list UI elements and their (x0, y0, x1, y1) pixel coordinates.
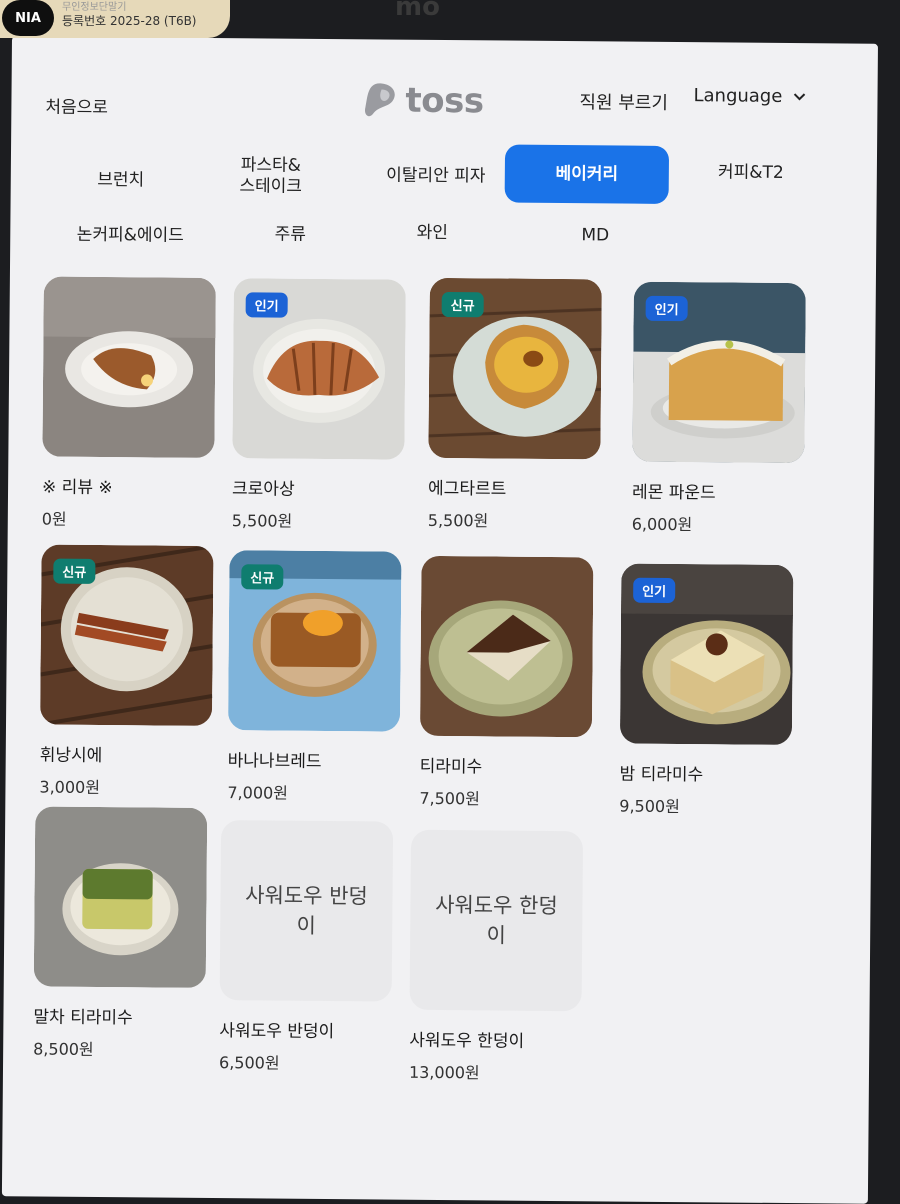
product-image[interactable] (33, 806, 208, 988)
product-name: 크로아상 (231, 479, 295, 500)
product-card[interactable]: 신규휘낭시에 3,000원 (39, 544, 219, 799)
product-price: 0원 (41, 509, 67, 529)
kiosk-screen: 처음으로 toss 직원 부르기 Language 브런치 파스타& 스테이크 이탈… (1, 36, 878, 1204)
product-price: 7,000원 (227, 783, 289, 803)
category-tab[interactable]: 주류 (250, 216, 330, 253)
product-image[interactable] (419, 555, 594, 738)
product-photo (419, 555, 594, 738)
product-card[interactable]: 신규에그타르트 5,500원 (427, 277, 608, 533)
product-price: 8,500원 (33, 1039, 94, 1059)
product-card[interactable]: 인기밤 티라미수 9,500원 (619, 563, 799, 819)
product-card[interactable]: 인기크로아상 5,500원 (232, 278, 412, 533)
category-tab[interactable]: MD (555, 217, 635, 254)
image-placeholder-text: 사워도우 반덩 이 (245, 883, 368, 938)
product-name: 레몬 파운드 (631, 482, 716, 504)
product-image[interactable]: 신규 (428, 277, 602, 460)
product-card[interactable]: 신규바나나브레드 7,000원 (227, 550, 407, 805)
product-price: 13,000원 (408, 1062, 480, 1083)
product-card[interactable]: 인기레몬 파운드 6,000원 (631, 281, 812, 537)
product-image[interactable]: 인기 (632, 281, 806, 464)
logo-text: toss (405, 80, 484, 122)
image-placeholder-text: 사워도우 한덩 이 (435, 892, 558, 948)
category-tab[interactable]: 이탈리안 피자 (366, 157, 506, 194)
product-price: 5,500원 (231, 511, 293, 531)
product-name: 휘낭시에 (39, 745, 103, 767)
product-name: 사워도우 반덩이 (219, 1021, 335, 1043)
product-image[interactable] (42, 276, 216, 459)
new-badge: 신규 (53, 558, 96, 584)
product-price: 6,500원 (218, 1053, 280, 1073)
nia-logo: NIA (2, 0, 54, 36)
chevron-down-icon (793, 92, 806, 101)
product-photo (42, 276, 216, 459)
product-name: 바나나브레드 (227, 751, 322, 772)
category-tab[interactable]: 브런치 (71, 162, 171, 199)
product-card[interactable]: 티라미수 7,500원 (419, 555, 599, 811)
product-price: 9,500원 (619, 796, 680, 817)
category-tab[interactable]: 파스타& 스테이크 (221, 153, 321, 200)
product-name: 티라미수 (419, 756, 483, 778)
category-tab[interactable]: 논커피&에이드 (60, 217, 200, 254)
product-name: 밤 티라미수 (619, 764, 704, 786)
product-price: 6,000원 (631, 514, 693, 535)
product-name: 말차 티라미수 (33, 1007, 133, 1029)
product-image[interactable]: 신규 (40, 544, 214, 726)
popular-badge: 인기 (245, 292, 288, 318)
product-image[interactable]: 인기 (232, 278, 406, 460)
product-card[interactable]: 사워도우 반덩 이사워도우 반덩이 6,500원 (219, 820, 399, 1075)
toss-logo: toss (359, 79, 484, 122)
category-tab[interactable]: 베이커리 (504, 144, 670, 204)
product-image[interactable]: 인기 (619, 563, 794, 746)
product-card[interactable]: ※ 리뷰 ※ 0원 (41, 276, 222, 532)
new-badge: 신규 (241, 564, 284, 590)
popular-badge: 인기 (645, 295, 688, 322)
registration-number: 등록번호 2025-28 (T6B) (62, 14, 197, 28)
product-image[interactable]: 신규 (227, 550, 402, 732)
product-price: 3,000원 (39, 777, 101, 798)
product-card[interactable]: 말차 티라미수 8,500원 (33, 806, 213, 1061)
product-price: 7,500원 (419, 788, 480, 809)
category-tab[interactable]: 와인 (392, 215, 472, 252)
language-selector[interactable]: Language (693, 85, 806, 107)
call-staff-button[interactable]: 직원 부르기 (579, 88, 668, 115)
product-name: 에그타르트 (427, 478, 507, 500)
category-tab[interactable]: 커피&T2 (701, 154, 801, 191)
toss-logo-icon (364, 83, 395, 117)
product-photo (33, 806, 208, 988)
new-badge: 신규 (441, 291, 484, 318)
product-price: 5,500원 (427, 510, 489, 531)
frame-brand-text: mo (395, 0, 440, 22)
registration-sticker: NIA 무인정보단말기 등록번호 2025-28 (T6B) (0, 0, 230, 38)
home-button[interactable]: 처음으로 (45, 93, 108, 119)
product-image[interactable]: 사워도우 한덩 이 (409, 829, 584, 1012)
popular-badge: 인기 (633, 577, 676, 604)
product-name: ※ 리뷰 ※ (41, 477, 113, 499)
product-name: 사워도우 한덩이 (409, 1030, 525, 1052)
product-card[interactable]: 사워도우 한덩 이사워도우 한덩이 13,000원 (408, 829, 589, 1085)
product-image[interactable]: 사워도우 반덩 이 (219, 820, 394, 1002)
language-label: Language (693, 85, 783, 107)
